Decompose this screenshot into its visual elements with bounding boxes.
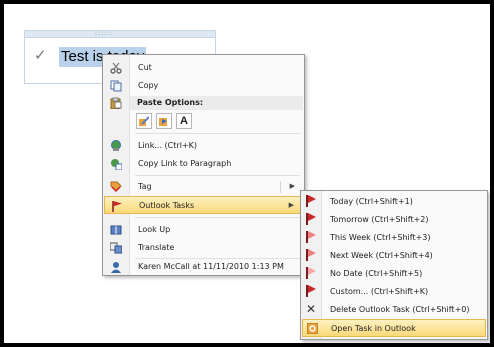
menu-separator — [135, 175, 300, 176]
outlook-icon — [307, 323, 318, 334]
screenshot-frame: :::::: ... ✓ Test is today Cut Copy Past… — [0, 0, 494, 347]
flag-custom-icon — [306, 285, 316, 297]
paste-options-row: A — [136, 113, 196, 129]
submenu-item-label: Custom... (Ctrl+Shift+K) — [330, 287, 429, 296]
submenu-item-label: Open Task in Outlook — [331, 324, 416, 333]
menu-item-label: Translate — [138, 243, 175, 252]
paste-merge-icon — [159, 118, 167, 126]
link-icon — [111, 140, 121, 151]
submenu-arrow-icon: ▶ — [289, 182, 295, 190]
scissors-icon — [110, 62, 122, 74]
submenu-item-open-task[interactable]: Open Task in Outlook — [302, 319, 486, 337]
flag-tomorrow-icon — [306, 213, 316, 225]
author-icon — [111, 262, 121, 273]
note-options-dots[interactable]: ... — [95, 31, 209, 37]
flag-icon — [112, 201, 122, 212]
menu-item-copy-link-to-paragraph[interactable]: Copy Link to Paragraph — [104, 155, 303, 173]
paste-options-label: Paste Options: — [137, 98, 204, 107]
submenu-item-tomorrow[interactable]: Tomorrow (Ctrl+Shift+2) — [302, 211, 486, 229]
menu-item-label: Copy — [138, 81, 159, 90]
submenu-item-today[interactable]: Today (Ctrl+Shift+1) — [302, 193, 486, 211]
submenu-item-custom[interactable]: Custom... (Ctrl+Shift+K) — [302, 283, 486, 301]
flag-this-week-icon — [306, 231, 316, 243]
outlook-tasks-submenu: Today (Ctrl+Shift+1) Tomorrow (Ctrl+Shif… — [300, 190, 488, 340]
translate-icon — [110, 242, 122, 254]
paste-options-header: Paste Options: — [130, 96, 303, 110]
tag-icon — [110, 181, 122, 193]
paste-merge-button[interactable] — [156, 113, 172, 129]
menu-separator — [135, 133, 300, 134]
paste-text-icon: A — [180, 115, 188, 127]
checkmark-icon: ✓ — [34, 46, 47, 64]
menu-item-outlook-tasks[interactable]: Outlook Tasks ▶ — [104, 196, 303, 214]
menu-item-label: Outlook Tasks — [139, 201, 195, 210]
flag-no-date-icon — [306, 267, 316, 279]
submenu-divider — [280, 181, 281, 193]
menu-item-look-up[interactable]: Look Up — [104, 221, 303, 239]
copy-link-icon — [111, 159, 122, 170]
submenu-item-label: Delete Outlook Task (Ctrl+Shift+0) — [330, 305, 470, 314]
menu-item-label: Link... (Ctrl+K) — [138, 141, 197, 150]
submenu-item-no-date[interactable]: No Date (Ctrl+Shift+5) — [302, 265, 486, 283]
menu-item-label: Look Up — [138, 225, 171, 234]
menu-item-cut[interactable]: Cut — [104, 59, 303, 77]
delete-x-icon: ✕ — [306, 302, 317, 316]
paste-keep-formatting-button[interactable] — [136, 113, 152, 129]
menu-item-link[interactable]: Link... (Ctrl+K) — [104, 137, 303, 155]
menu-item-author[interactable]: Karen McCall at 11/11/2010 1:13 PM — [104, 258, 303, 276]
menu-item-copy[interactable]: Copy — [104, 77, 303, 95]
menu-item-label: Tag — [138, 182, 152, 191]
book-icon — [110, 225, 122, 235]
flag-today-icon — [306, 195, 316, 207]
submenu-arrow-icon: ▶ — [288, 201, 294, 209]
paste-brush-icon — [139, 116, 149, 126]
submenu-item-label: Next Week (Ctrl+Shift+4) — [330, 251, 433, 260]
submenu-item-next-week[interactable]: Next Week (Ctrl+Shift+4) — [302, 247, 486, 265]
menu-item-translate[interactable]: Translate — [104, 239, 303, 257]
submenu-item-label: Tomorrow (Ctrl+Shift+2) — [330, 215, 429, 224]
submenu-item-label: This Week (Ctrl+Shift+3) — [330, 233, 431, 242]
paste-text-only-button[interactable]: A — [176, 113, 192, 129]
submenu-item-this-week[interactable]: This Week (Ctrl+Shift+3) — [302, 229, 486, 247]
menu-item-label: Cut — [138, 63, 152, 72]
context-menu: Cut Copy Paste Options: A Link... (Ctrl+… — [102, 54, 305, 276]
submenu-item-label: Today (Ctrl+Shift+1) — [330, 197, 413, 206]
copy-icon — [110, 80, 122, 92]
flag-next-week-icon — [306, 249, 316, 261]
menu-item-label: Copy Link to Paragraph — [138, 159, 232, 168]
menu-separator — [135, 217, 300, 218]
menu-item-label: Karen McCall at 11/11/2010 1:13 PM — [138, 262, 284, 271]
clipboard-icon — [110, 97, 122, 109]
submenu-item-delete-task[interactable]: ✕ Delete Outlook Task (Ctrl+Shift+0) — [302, 301, 486, 319]
menu-item-tag[interactable]: Tag ▶ — [104, 178, 303, 196]
submenu-item-label: No Date (Ctrl+Shift+5) — [330, 269, 423, 278]
note-drag-handle[interactable]: :::::: ... — [25, 31, 215, 38]
